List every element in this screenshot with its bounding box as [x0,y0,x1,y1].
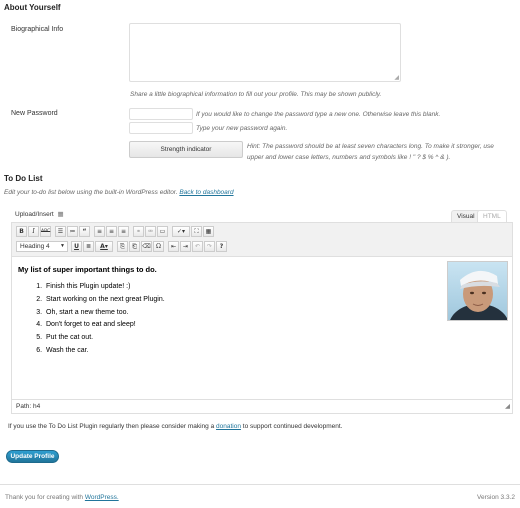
back-to-dashboard-link[interactable]: Back to dashboard [179,189,233,196]
about-heading: About Yourself [4,3,61,12]
list-item: Finish this Plugin update! :) [44,281,506,294]
paste-word-icon[interactable]: ⎗ [129,241,140,252]
password-confirm-field[interactable] [129,122,193,134]
version-text: Version 3.3.2 [477,494,515,501]
upload-insert[interactable]: Upload/Insert ▦ [15,210,64,218]
more-tag-icon[interactable]: ▭ [157,226,168,237]
bio-description: Share a little biographical information … [130,91,382,98]
list-item: Don't forget to eat and sleep! [44,319,506,332]
password-hint: If you would like to change the password… [196,111,441,118]
bold-icon[interactable]: B [16,226,27,237]
bio-label: Biographical Info [11,26,64,33]
wordpress-link[interactable]: WordPress. [85,494,119,501]
underline-icon[interactable]: U [71,241,82,252]
indent-icon[interactable]: ⇥ [180,241,191,252]
strikethrough-icon[interactable]: ABC [40,226,51,237]
password-label: New Password [11,110,58,117]
footer-thanks: Thank you for creating with WordPress. [5,494,119,501]
spellcheck-icon[interactable]: ✓▾ [172,226,190,237]
outdent-icon[interactable]: ⇤ [168,241,179,252]
text-color-icon[interactable]: A▾ [95,241,113,252]
password-field[interactable] [129,108,193,120]
profile-photo [447,261,508,321]
toolbar-row-2: Heading 4 ▼ U ≣ A▾ ⎘ ⎗ ⌫ Ω ⇤ ⇥ ↶ ↷? [16,241,508,254]
todo-heading: To Do List [4,174,43,183]
chevron-down-icon: ▼ [60,243,65,249]
link-icon[interactable]: ⚭ [133,226,144,237]
donation-link[interactable]: donation [216,423,241,430]
editor-content[interactable]: My list of super important things to do.… [12,257,512,399]
help-icon[interactable]: ? [216,241,227,252]
numbered-list-icon[interactable]: ≔ [67,226,78,237]
editor-statusbar: Path: h4 ◢ [12,399,512,413]
list-item: Put the cat out. [44,332,506,345]
strength-indicator: Strength indicator [129,141,243,158]
align-right-icon[interactable]: ≡ [118,226,129,237]
format-select-value: Heading 4 [20,243,50,250]
format-select[interactable]: Heading 4 ▼ [16,241,68,252]
list-item: Start working on the next great Plugin. [44,294,506,307]
bio-textarea[interactable]: ◢ [129,23,401,82]
tab-html[interactable]: HTML [477,210,507,222]
path-label: Path: [16,403,32,410]
fullscreen-icon[interactable]: ⛶ [191,226,202,237]
justify-icon[interactable]: ≣ [83,241,94,252]
update-profile-button[interactable]: Update Profile [6,450,59,463]
editor-toolbar: B I ABC ☰ ≔ “≡ ≡ ≡ ⚭ ⚮ ▭ ✓▾ ⛶ ▦ Heading 4 ▼ U ≣ A▾ ⎘ ⎗ ⌫ Ω ⇤… [12,223,512,257]
footer-divider [0,484,520,485]
special-char-icon[interactable]: Ω [153,241,164,252]
align-left-icon[interactable]: ≡ [94,226,105,237]
kitchen-sink-icon[interactable]: ▦ [203,226,214,237]
strength-hint: Hint: The password should be at least se… [247,143,494,161]
donation-notice: If you use the To Do List Plugin regular… [8,423,343,430]
redo-icon[interactable]: ↷ [204,241,215,252]
footer-thanks-text: Thank you for creating with [5,494,84,501]
list-item: Oh, start a new theme too. [44,307,506,320]
paste-text-icon[interactable]: ⎘ [117,241,128,252]
editor-container: B I ABC ☰ ≔ “≡ ≡ ≡ ⚭ ⚮ ▭ ✓▾ ⛶ ▦ Heading 4 ▼ U ≣ A▾ ⎘ ⎗ ⌫ Ω ⇤… [11,222,513,414]
italic-icon[interactable]: I [28,226,39,237]
undo-icon[interactable]: ↶ [192,241,203,252]
todo-intro: Edit your to-do list below using the bui… [4,189,234,196]
todo-list: Finish this Plugin update! :) Start work… [44,281,506,358]
person-photo-icon [448,262,507,320]
list-item: Wash the car. [44,345,506,358]
media-icon[interactable]: ▦ [57,211,63,218]
password-confirm-hint: Type your new password again. [196,125,288,132]
donation-text-before: If you use the To Do List Plugin regular… [8,423,215,430]
content-heading: My list of super important things to do. [18,265,157,274]
blockquote-icon[interactable]: “ [79,226,90,237]
donation-text-after: to support continued development. [242,423,343,430]
path-value[interactable]: h4 [33,403,40,410]
upload-insert-label: Upload/Insert [15,211,54,218]
bullet-list-icon[interactable]: ☰ [55,226,66,237]
todo-intro-text: Edit your to-do list below using the bui… [4,189,178,196]
remove-format-icon[interactable]: ⌫ [141,241,152,252]
align-center-icon[interactable]: ≡ [106,226,117,237]
unlink-icon[interactable]: ⚮ [145,226,156,237]
toolbar-row-1: B I ABC ☰ ≔ “≡ ≡ ≡ ⚭ ⚮ ▭ ✓▾ ⛶ ▦ [16,226,508,239]
editor-resize-icon[interactable]: ◢ [505,400,510,413]
resize-handle-icon[interactable]: ◢ [394,74,399,81]
